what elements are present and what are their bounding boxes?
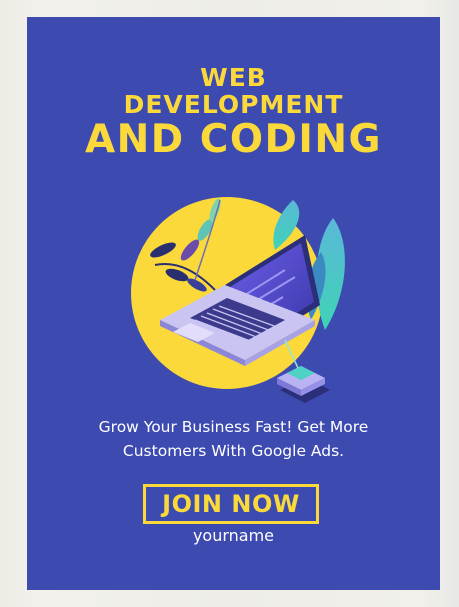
title-line-2: DEVELOPMENT: [123, 90, 344, 119]
tagline-line-1: Grow Your Business Fast! Get More: [98, 418, 369, 436]
laptop-illustration-icon: [131, 197, 345, 403]
tagline-line-2: Customers With Google Ads.: [122, 442, 345, 460]
join-now-button[interactable]: JOIN NOW: [143, 484, 319, 524]
title-line-3: AND CODING: [84, 117, 383, 162]
poster: WEB DEVELOPMENT AND CODING Grow Your Bus…: [27, 17, 440, 590]
author-name: yourname: [192, 526, 275, 545]
title-line-1: WEB: [200, 63, 267, 92]
